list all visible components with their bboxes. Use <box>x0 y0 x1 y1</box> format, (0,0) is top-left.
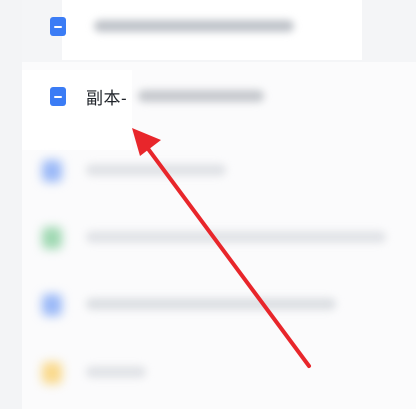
arrow-shaft <box>144 144 311 368</box>
annotation-arrow <box>132 128 311 368</box>
arrow-head <box>132 128 161 156</box>
